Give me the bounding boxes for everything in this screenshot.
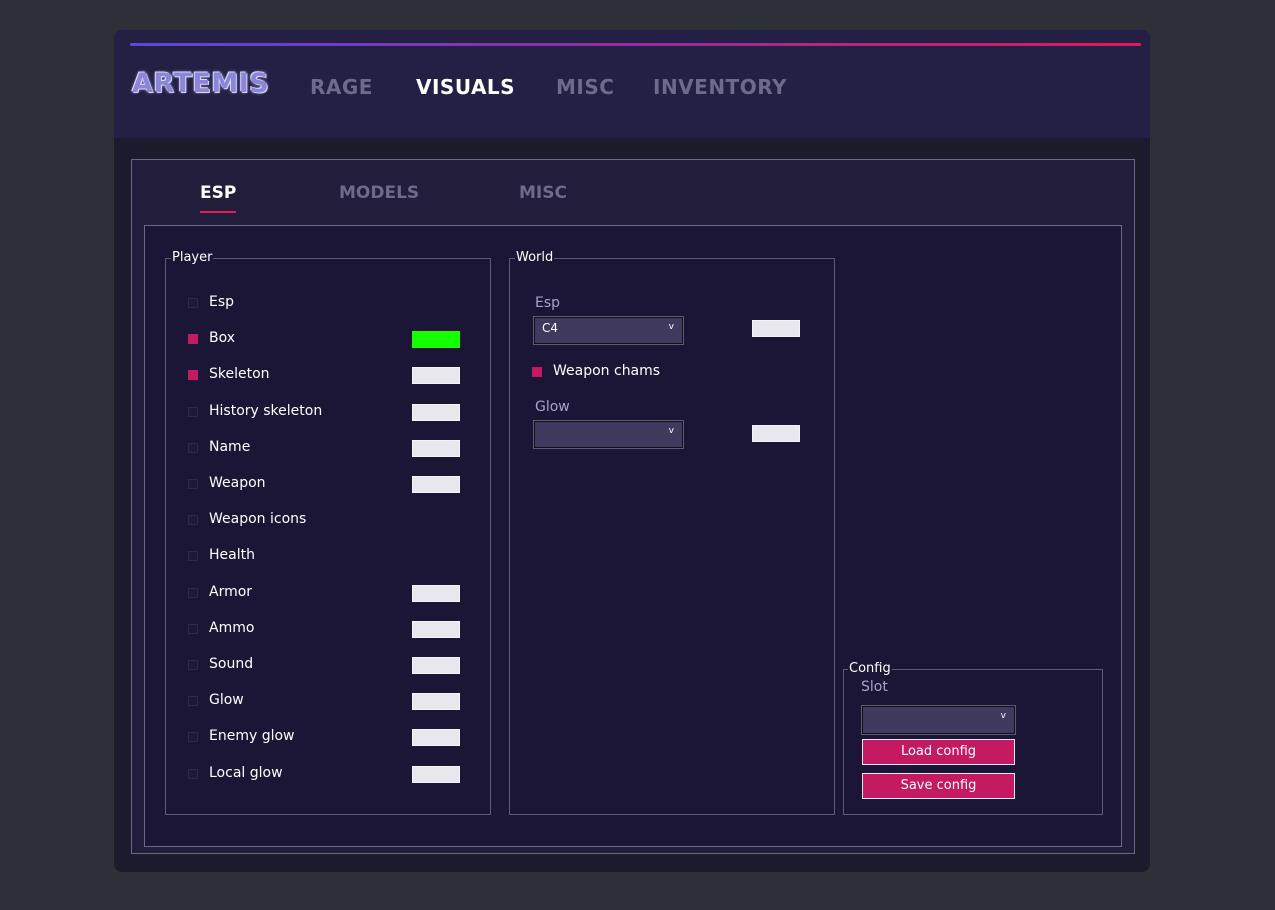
player-option-row[interactable]: Weapon [188, 475, 478, 495]
player-option-label: Weapon icons [209, 511, 307, 528]
player-option-color-swatch[interactable] [412, 693, 460, 711]
player-option-checkbox[interactable] [188, 442, 198, 453]
player-option-row[interactable]: Weapon icons [188, 511, 478, 531]
player-option-color-swatch[interactable] [412, 439, 460, 457]
player-option-row[interactable]: Box [188, 330, 478, 350]
config-group: Config Slot v Load config Save config [843, 660, 1103, 815]
player-group-title: Player [171, 249, 214, 267]
tab-inventory[interactable]: INVENTORY [653, 75, 787, 99]
esp-panel: Player Esp Box Skeleton History skeleton Nam… [144, 225, 1122, 847]
world-group-title: World [515, 249, 555, 267]
player-option-color-swatch[interactable] [412, 657, 460, 674]
player-option-label: Esp [209, 294, 235, 310]
load-config-button[interactable]: Load config [862, 739, 1015, 765]
accent-gradient-line [130, 43, 1141, 46]
world-glow-color-swatch[interactable] [752, 425, 800, 442]
player-option-label: Enemy glow [209, 728, 295, 745]
player-option-checkbox[interactable] [188, 406, 198, 417]
player-option-label: Armor [209, 583, 253, 600]
subtab-models[interactable]: MODELS [339, 183, 419, 203]
config-slot-dropdown[interactable]: v [861, 705, 1016, 735]
weapon-chams-row[interactable]: Weapon chams [532, 363, 822, 383]
world-esp-dropdown-value: C4 [542, 321, 559, 335]
player-option-color-swatch[interactable] [412, 331, 460, 349]
player-option-color-swatch[interactable] [412, 476, 460, 493]
subtab-esp[interactable]: ESP [200, 183, 236, 203]
app-logo: ARTEMIS [132, 68, 270, 99]
chevron-down-icon: v [1000, 711, 1006, 721]
player-option-checkbox[interactable] [188, 298, 198, 308]
player-option-color-swatch[interactable] [412, 620, 460, 638]
player-option-row[interactable]: Armor [188, 584, 478, 604]
player-group: Player Esp Box Skeleton History skeleton Nam… [165, 249, 491, 815]
player-option-row[interactable]: Skeleton [188, 366, 478, 386]
player-option-label: Ammo [209, 619, 255, 636]
player-option-label: History skeleton [209, 402, 323, 419]
weapon-chams-label: Weapon chams [553, 363, 661, 379]
player-option-label: Box [209, 330, 236, 347]
tab-misc[interactable]: MISC [556, 75, 614, 99]
player-option-color-swatch[interactable] [412, 584, 460, 602]
player-option-checkbox[interactable] [188, 623, 198, 634]
player-option-color-swatch[interactable] [412, 403, 460, 421]
player-option-row[interactable]: Name [188, 439, 478, 459]
player-option-color-swatch[interactable] [412, 729, 460, 747]
player-option-label: Skeleton [209, 366, 270, 383]
player-option-label: Weapon [209, 475, 266, 491]
config-group-title: Config [848, 660, 892, 678]
player-option-label: Glow [209, 692, 244, 709]
player-option-checkbox[interactable] [188, 587, 198, 598]
chevron-down-icon: v [668, 426, 674, 436]
player-option-checkbox[interactable] [188, 696, 198, 707]
player-option-checkbox[interactable] [188, 660, 198, 670]
player-option-row[interactable]: Enemy glow [188, 728, 478, 748]
world-group: World Esp C4 v Weapon chams Glow v [509, 249, 835, 815]
weapon-chams-checkbox[interactable] [532, 367, 542, 377]
player-option-row[interactable]: Glow [188, 692, 478, 712]
world-glow-dropdown[interactable]: v [533, 420, 684, 449]
subtab-active-underline [200, 211, 236, 213]
player-option-label: Sound [209, 656, 254, 672]
player-option-row[interactable]: Sound [188, 656, 478, 676]
world-esp-label: Esp [535, 295, 561, 311]
player-option-row[interactable]: Esp [188, 294, 478, 314]
player-option-checkbox[interactable] [188, 370, 198, 381]
world-glow-label: Glow [535, 399, 570, 415]
subtab-misc[interactable]: MISC [519, 183, 567, 203]
chevron-down-icon: v [668, 322, 674, 332]
player-option-row[interactable]: Local glow [188, 765, 478, 785]
player-option-label: Local glow [209, 764, 283, 781]
world-esp-dropdown[interactable]: C4 v [533, 316, 684, 345]
player-option-color-swatch[interactable] [412, 367, 460, 385]
config-slot-label: Slot [861, 679, 888, 695]
save-config-button[interactable]: Save config [862, 773, 1015, 799]
cheat-menu-window: ARTEMIS RAGE VISUALS MISC INVENTORY ESP … [114, 30, 1150, 872]
player-option-checkbox[interactable] [188, 768, 198, 779]
tab-rage[interactable]: RAGE [310, 75, 373, 99]
player-option-row[interactable]: History skeleton [188, 403, 478, 423]
player-option-row[interactable]: Health [188, 547, 478, 567]
tab-visuals[interactable]: VISUALS [416, 75, 515, 99]
content-frame: ESP MODELS MISC Player Esp Box Skeleton His… [131, 159, 1135, 854]
player-option-checkbox[interactable] [188, 515, 198, 526]
player-option-color-swatch[interactable] [412, 765, 460, 783]
player-option-label: Health [209, 547, 255, 564]
world-esp-color-swatch[interactable] [752, 320, 800, 337]
player-option-checkbox[interactable] [188, 551, 198, 562]
player-option-row[interactable]: Ammo [188, 620, 478, 640]
player-option-label: Name [209, 438, 251, 455]
player-option-checkbox[interactable] [188, 732, 198, 743]
header-bar: ARTEMIS RAGE VISUALS MISC INVENTORY [114, 30, 1150, 138]
player-option-checkbox[interactable] [188, 334, 198, 345]
player-option-checkbox[interactable] [188, 479, 198, 489]
